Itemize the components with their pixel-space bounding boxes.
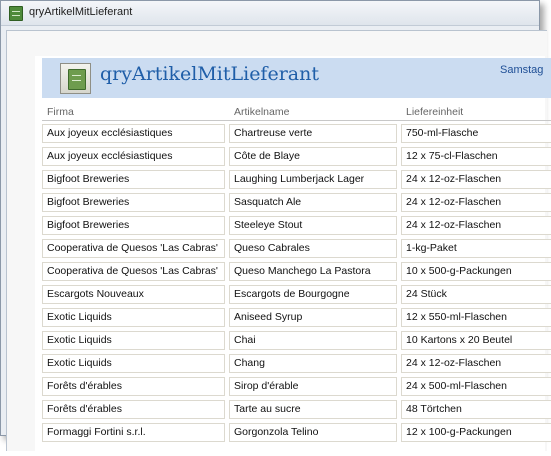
liefereinheit-cell[interactable]: 24 x 12-oz-Flaschen <box>401 354 551 373</box>
firma-cell[interactable]: Cooperativa de Quesos 'Las Cabras' <box>42 239 225 258</box>
window-titlebar[interactable]: qryArtikelMitLieferant <box>1 1 539 26</box>
table-row: Cooperativa de Quesos 'Las Cabras' Queso … <box>42 260 551 283</box>
table-row: Bigfoot Breweries Laughing Lumberjack Lag… <box>42 168 551 191</box>
table-row: Formaggi Fortini s.r.l. Gorgonzola Telino… <box>42 421 551 444</box>
table-row: Bigfoot Breweries Steeleye Stout 24 x 12-o… <box>42 214 551 237</box>
firma-cell[interactable]: Aux joyeux ecclésiastiques <box>42 124 225 143</box>
artikelname-cell[interactable]: Gorgonzola Telino <box>229 423 397 442</box>
firma-cell[interactable]: Cooperativa de Quesos 'Las Cabras' <box>42 262 225 281</box>
window-title: qryArtikelMitLieferant <box>29 6 133 18</box>
table-row: Aux joyeux ecclésiastiques Chartreuse ver… <box>42 122 551 145</box>
table-row: Forêts d'érables Tarte au sucre 48 Törtche… <box>42 398 551 421</box>
liefereinheit-cell[interactable]: 12 x 100-g-Packungen <box>401 423 551 442</box>
liefereinheit-cell[interactable]: 24 x 500-ml-Flaschen <box>401 377 551 396</box>
liefereinheit-cell[interactable]: 24 x 12-oz-Flaschen <box>401 170 551 189</box>
column-header-liefereinheit: Liefereinheit <box>406 106 464 118</box>
artikelname-cell[interactable]: Tarte au sucre <box>229 400 397 419</box>
artikelname-cell[interactable]: Chartreuse verte <box>229 124 397 143</box>
table-row: Exotic Liquids Chang 24 x 12-oz-Flaschen <box>42 352 551 375</box>
artikelname-cell[interactable]: Laughing Lumberjack Lager <box>229 170 397 189</box>
artikelname-cell[interactable]: Escargots de Bourgogne <box>229 285 397 304</box>
firma-cell[interactable]: Exotic Liquids <box>42 354 225 373</box>
artikelname-cell[interactable]: Steeleye Stout <box>229 216 397 235</box>
table-row: Escargots Nouveaux Escargots de Bourgogne… <box>42 283 551 306</box>
liefereinheit-cell[interactable]: 1-kg-Paket <box>401 239 551 258</box>
firma-cell[interactable]: Bigfoot Breweries <box>42 170 225 189</box>
artikelname-cell[interactable]: Queso Cabrales <box>229 239 397 258</box>
artikelname-cell[interactable]: Aniseed Syrup <box>229 308 397 327</box>
firma-cell[interactable]: Bigfoot Breweries <box>42 216 225 235</box>
artikelname-cell[interactable]: Queso Manchego La Pastora <box>229 262 397 281</box>
artikelname-cell[interactable]: Chai <box>229 331 397 350</box>
artikelname-cell[interactable]: Côte de Blaye <box>229 147 397 166</box>
liefereinheit-cell[interactable]: 12 x 75-cl-Flaschen <box>401 147 551 166</box>
report-date: Samstag <box>500 64 544 76</box>
liefereinheit-cell[interactable]: 24 Stück <box>401 285 551 304</box>
firma-cell[interactable]: Bigfoot Breweries <box>42 193 225 212</box>
artikelname-cell[interactable]: Sirop d'érable <box>229 377 397 396</box>
firma-cell[interactable]: Exotic Liquids <box>42 308 225 327</box>
firma-cell[interactable]: Forêts d'érables <box>42 400 225 419</box>
liefereinheit-cell[interactable]: 12 x 550-ml-Flaschen <box>401 308 551 327</box>
report-title: qryArtikelMitLieferant <box>100 63 319 85</box>
liefereinheit-cell[interactable]: 48 Törtchen <box>401 400 551 419</box>
artikelname-cell[interactable]: Chang <box>229 354 397 373</box>
table-row: Cooperativa de Quesos 'Las Cabras' Queso … <box>42 237 551 260</box>
column-header-artikelname: Artikelname <box>234 106 290 118</box>
table-icon <box>9 6 23 21</box>
column-header-firma: Firma <box>47 106 74 118</box>
liefereinheit-cell[interactable]: 750-ml-Flasche <box>401 124 551 143</box>
table-row: Exotic Liquids Chai 10 Kartons x 20 Beutel <box>42 329 551 352</box>
liefereinheit-cell[interactable]: 10 x 500-g-Packungen <box>401 262 551 281</box>
firma-cell[interactable]: Formaggi Fortini s.r.l. <box>42 423 225 442</box>
header-divider <box>42 120 551 121</box>
table-row: Forêts d'érables Sirop d'érable 24 x 500-m… <box>42 375 551 398</box>
liefereinheit-cell[interactable]: 24 x 12-oz-Flaschen <box>401 193 551 212</box>
firma-cell[interactable]: Exotic Liquids <box>42 331 225 350</box>
liefereinheit-cell[interactable]: 24 x 12-oz-Flaschen <box>401 216 551 235</box>
artikelname-cell[interactable]: Sasquatch Ale <box>229 193 397 212</box>
table-row: Aux joyeux ecclésiastiques Côte de Blaye 1… <box>42 145 551 168</box>
firma-cell[interactable]: Escargots Nouveaux <box>42 285 225 304</box>
liefereinheit-cell[interactable]: 10 Kartons x 20 Beutel <box>401 331 551 350</box>
table-row: Exotic Liquids Aniseed Syrup 12 x 550-ml-F… <box>42 306 551 329</box>
table-row: Bigfoot Breweries Sasquatch Ale 24 x 12-oz… <box>42 191 551 214</box>
firma-cell[interactable]: Forêts d'érables <box>42 377 225 396</box>
firma-cell[interactable]: Aux joyeux ecclésiastiques <box>42 147 225 166</box>
report-icon <box>60 63 91 94</box>
